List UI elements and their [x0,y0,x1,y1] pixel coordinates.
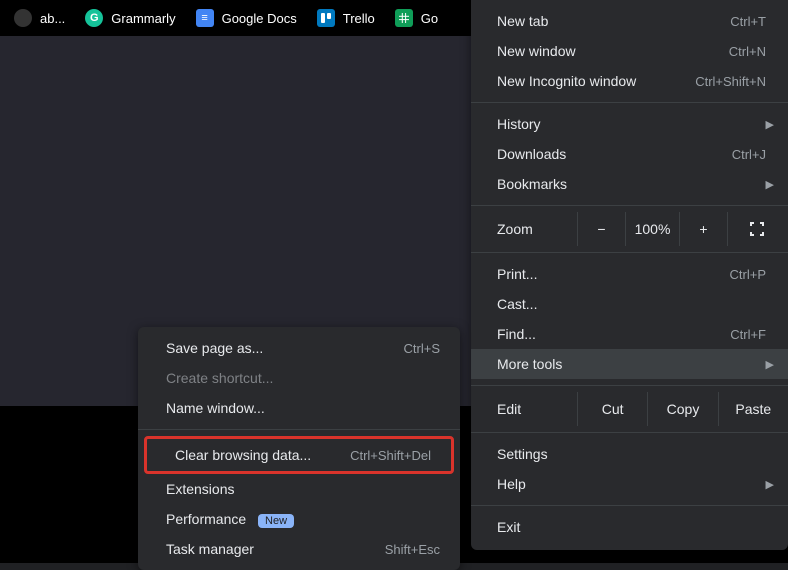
menu-item-zoom: Zoom − 100% + [471,212,788,246]
submenu-item-create-shortcut[interactable]: Create shortcut... [138,363,460,393]
zoom-value: 100% [625,212,679,246]
new-badge: New [258,514,294,528]
menu-item-new-tab[interactable]: New tab Ctrl+T [471,6,788,36]
fullscreen-button[interactable] [727,212,785,246]
menu-label: Downloads [497,146,732,162]
menu-item-new-window[interactable]: New window Ctrl+N [471,36,788,66]
bookmark-item[interactable]: G Grammarly [77,5,183,31]
menu-label: Settings [497,446,766,462]
bookmark-item[interactable]: ≡ Google Docs [188,5,305,31]
google-sheets-icon [395,9,413,27]
menu-label: Exit [497,519,766,535]
menu-item-new-incognito[interactable]: New Incognito window Ctrl+Shift+N [471,66,788,96]
submenu-label: Extensions [166,481,440,497]
menu-separator [471,205,788,206]
menu-shortcut: Ctrl+T [730,14,766,29]
bookmark-label: Google Docs [222,11,297,26]
menu-separator [471,505,788,506]
submenu-arrow-icon: ▶ [766,178,774,191]
menu-item-find[interactable]: Find... Ctrl+F [471,319,788,349]
menu-item-help[interactable]: Help ▶ [471,469,788,499]
tutorial-highlight-box: Clear browsing data... Ctrl+Shift+Del [144,436,454,474]
menu-item-settings[interactable]: Settings [471,439,788,469]
submenu-label: Performance New [166,511,440,527]
menu-item-print[interactable]: Print... Ctrl+P [471,259,788,289]
submenu-item-extensions[interactable]: Extensions [138,474,460,504]
menu-separator [471,385,788,386]
submenu-label: Clear browsing data... [175,447,350,463]
submenu-label: Name window... [166,400,440,416]
menu-label: Print... [497,266,730,282]
chrome-main-menu: New tab Ctrl+T New window Ctrl+N New Inc… [471,0,788,550]
menu-shortcut: Ctrl+N [729,44,766,59]
submenu-item-clear-browsing-data[interactable]: Clear browsing data... Ctrl+Shift+Del [147,439,451,471]
google-docs-icon: ≡ [196,9,214,27]
bookmark-label: Go [421,11,438,26]
bookmark-item[interactable]: Go [387,5,446,31]
submenu-item-name-window[interactable]: Name window... [138,393,460,423]
menu-label: Help [497,476,766,492]
menu-label: Cast... [497,296,766,312]
bookmark-label: Trello [343,11,375,26]
submenu-arrow-icon: ▶ [766,478,774,491]
submenu-label: Task manager [166,541,385,557]
menu-shortcut: Ctrl+F [730,327,766,342]
menu-label: Bookmarks [497,176,766,192]
menu-separator [138,429,460,430]
menu-item-exit[interactable]: Exit [471,512,788,542]
bookmark-label: ab... [40,11,65,26]
zoom-out-button[interactable]: − [577,212,625,246]
menu-label: History [497,116,766,132]
menu-separator [471,102,788,103]
menu-label: More tools [497,356,766,372]
menu-separator [471,252,788,253]
submenu-label: Save page as... [166,340,404,356]
paste-button[interactable]: Paste [718,392,788,426]
zoom-label: Zoom [471,221,577,237]
menu-label: New Incognito window [497,73,695,89]
menu-item-downloads[interactable]: Downloads Ctrl+J [471,139,788,169]
bookmark-item[interactable]: ab... [6,5,73,31]
fullscreen-icon [750,222,764,236]
performance-text: Performance [166,511,246,527]
bookmark-label: Grammarly [111,11,175,26]
menu-shortcut: Ctrl+Shift+N [695,74,766,89]
menu-label: Find... [497,326,730,342]
submenu-item-task-manager[interactable]: Task manager Shift+Esc [138,534,460,564]
edit-label: Edit [471,401,577,417]
submenu-shortcut: Ctrl+Shift+Del [350,448,431,463]
menu-item-more-tools[interactable]: More tools ▶ [471,349,788,379]
menu-label: New window [497,43,729,59]
submenu-arrow-icon: ▶ [766,358,774,371]
trello-icon [317,9,335,27]
cut-button[interactable]: Cut [577,392,647,426]
zoom-in-button[interactable]: + [679,212,727,246]
menu-shortcut: Ctrl+J [732,147,766,162]
copy-button[interactable]: Copy [647,392,717,426]
bookmark-favicon [14,9,32,27]
more-tools-submenu: Save page as... Ctrl+S Create shortcut..… [138,327,460,570]
submenu-label: Create shortcut... [166,370,440,386]
submenu-shortcut: Ctrl+S [404,341,440,356]
submenu-shortcut: Shift+Esc [385,542,440,557]
menu-label: New tab [497,13,730,29]
menu-item-bookmarks[interactable]: Bookmarks ▶ [471,169,788,199]
submenu-item-performance[interactable]: Performance New [138,504,460,534]
menu-separator [471,432,788,433]
submenu-arrow-icon: ▶ [766,118,774,131]
bookmark-item[interactable]: Trello [309,5,383,31]
menu-shortcut: Ctrl+P [730,267,766,282]
menu-item-history[interactable]: History ▶ [471,109,788,139]
submenu-item-save-page[interactable]: Save page as... Ctrl+S [138,333,460,363]
menu-item-cast[interactable]: Cast... [471,289,788,319]
grammarly-icon: G [85,9,103,27]
menu-item-edit: Edit Cut Copy Paste [471,392,788,426]
